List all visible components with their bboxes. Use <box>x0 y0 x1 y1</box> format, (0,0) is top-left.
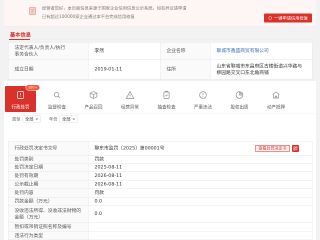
record-tabs: 行政处罚 100+ 监督检查 产品召回 经营异常 抽查检查 严重违法 股权出质 … <box>5 84 292 112</box>
fine-amount-value: 0.0 <box>88 197 313 206</box>
chevron-down-icon <box>35 117 39 121</box>
house-icon <box>272 91 281 100</box>
legal-rep-label: 法定代表人/负责人/执行事务合伙人 <box>14 44 66 57</box>
penalty-document-icon <box>16 91 25 100</box>
address-label: 住所 <box>160 59 211 80</box>
penalty-category-label: 处罚类别 <box>8 155 89 164</box>
clipboard-check-icon <box>162 90 171 100</box>
filter-bar: 类型 全部 年份 全部 <box>12 115 79 123</box>
established-date-value: 2019-01-11 <box>88 59 161 80</box>
validity-label: 处罚有效期 <box>8 171 89 181</box>
view-decision-button[interactable]: 查看处罚决定书 <box>255 144 290 152</box>
tab-label: 严重违法 <box>193 105 212 110</box>
notice-line-2: 已有超过100000家企业通过本平台完成信用修复 <box>42 14 135 20</box>
confiscation-amount-label: 没收违法所得、没收非法财物的金额（万元） <box>8 205 89 223</box>
tab-product-recall[interactable]: 产品召回 <box>78 86 109 112</box>
tab-label: 动产抵押 <box>266 105 285 110</box>
type-filter-value: 全部 <box>25 117 34 122</box>
type-filter-label: 类型 <box>12 117 21 122</box>
type-filter: 类型 全部 <box>12 115 42 123</box>
decision-date-label: 处罚决定日期 <box>8 163 89 172</box>
company-name-link[interactable]: 聊城市鑫盛商贸有限公司 <box>217 48 269 55</box>
warning-icon <box>125 90 135 100</box>
tab-supervision-inspection[interactable]: 监督检查 <box>42 86 73 112</box>
alert-circle-icon <box>199 91 208 100</box>
penalty-content-value: 罚款 <box>88 188 313 198</box>
type-filter-select[interactable]: 全部 <box>22 115 42 123</box>
notice-line-1: 经营者您好，本页面信息来源于国家企业信用信息公示系统，如有异议请申请 <box>42 6 187 11</box>
address-value: 山东省聊城市东昌府区古楼街道兴华路与柳园路交叉口东北角商铺 <box>210 59 313 80</box>
year-filter-value: 全部 <box>62 117 71 122</box>
legal-rep-label-cell: 法定代表人/负责人/执行事务合伙人 <box>8 42 89 60</box>
notice-banner: 经营者您好，本页面信息来源于国家企业信用信息公示系统，如有异议请申请 已有超过1… <box>4 0 316 27</box>
penalty-category-value: 罚款 <box>88 155 313 164</box>
tab-spot-check[interactable]: 抽查检查 <box>151 86 182 112</box>
tab-abnormal-operation[interactable]: 经营异常 <box>115 86 146 112</box>
tab-equity-pledge[interactable]: 股权出质 <box>224 86 255 112</box>
tab-label: 股权出质 <box>230 105 249 110</box>
chevron-down-icon <box>72 117 76 121</box>
decision-number-value: 聊东市监罚〔2025〕第00001号 <box>94 145 165 152</box>
document-icon <box>28 6 37 16</box>
tab-label: 行政处罚 <box>11 105 30 110</box>
penalty-content-label: 处罚内容 <box>8 188 89 198</box>
basic-info-table: 法定代表人/负责人/执行事务合伙人 李然 企业名称 聊城市鑫盛商贸有限公司 成立… <box>8 42 313 80</box>
validity-value: 2026-08-11 <box>88 171 313 181</box>
credit-repair-button[interactable]: 一键申请信用修复 <box>264 13 312 23</box>
fine-amount-label: 罚款金额（万元） <box>8 197 89 206</box>
penalty-detail-table: 行政处罚决定书文号 聊东市监罚〔2025〕第00001号 查看处罚决定书 处罚类… <box>8 141 313 240</box>
tab-label: 产品召回 <box>84 105 103 110</box>
violation-type-label: 违法行为类型 <box>8 231 89 240</box>
tab-label: 经营异常 <box>120 105 139 110</box>
tab-serious-violation[interactable]: 严重违法 <box>188 86 219 112</box>
tab-label: 监督检查 <box>47 105 66 110</box>
row-actions: 查看处罚决定书 <box>255 144 306 152</box>
license-suspension-value <box>88 222 313 232</box>
decision-date-value: 2025-08-11 <box>88 163 313 172</box>
magnifier-icon <box>53 91 62 100</box>
violation-type-value <box>88 231 313 240</box>
page: 经营者您好，本页面信息来源于国家企业信用信息公示系统，如有异议请申请 已有超过1… <box>0 0 320 240</box>
year-filter: 年份 全部 <box>49 115 79 123</box>
tab-chattel-mortgage[interactable]: 动产抵押 <box>261 86 292 112</box>
decision-number-cell: 聊东市监罚〔2025〕第00001号 查看处罚决定书 <box>88 141 313 156</box>
year-filter-select[interactable]: 全部 <box>59 115 79 123</box>
view-decision-button-label: 查看处罚决定书 <box>258 146 287 151</box>
basic-info-title: 基本信息 <box>10 32 31 38</box>
notice-text: 经营者您好，本页面信息来源于国家企业信用信息公示系统，如有异议请申请 已有超过1… <box>42 5 257 22</box>
tabs-divider <box>4 113 316 114</box>
legal-rep-value: 李然 <box>88 42 161 60</box>
year-filter-label: 年份 <box>49 117 58 122</box>
confiscation-amount-value: 0.0 <box>88 205 313 223</box>
publicity-deadline-label: 公示截止期 <box>8 180 89 189</box>
section-divider <box>8 39 312 40</box>
pie-chart-icon <box>235 91 244 100</box>
qr-code-icon[interactable] <box>292 144 299 152</box>
publicity-deadline-value: 2026-08-11 <box>88 180 313 189</box>
count-badge: 100+ <box>25 84 40 91</box>
company-name-label: 企业名称 <box>160 42 211 60</box>
credit-repair-button-label: 一键申请信用修复 <box>273 16 308 21</box>
decision-number-label: 行政处罚决定书文号 <box>8 141 89 156</box>
license-suspension-label: 暂扣或吊销证照名称及编号 <box>8 222 89 232</box>
shield-icon <box>268 16 273 21</box>
tab-administrative-penalty[interactable]: 行政处罚 100+ <box>5 84 40 112</box>
company-name-cell: 聊城市鑫盛商贸有限公司 <box>210 42 313 60</box>
tab-label: 抽查检查 <box>157 105 176 110</box>
box-icon <box>89 91 98 100</box>
section-title-underline <box>9 39 30 40</box>
established-date-label: 成立日期 <box>8 59 89 80</box>
